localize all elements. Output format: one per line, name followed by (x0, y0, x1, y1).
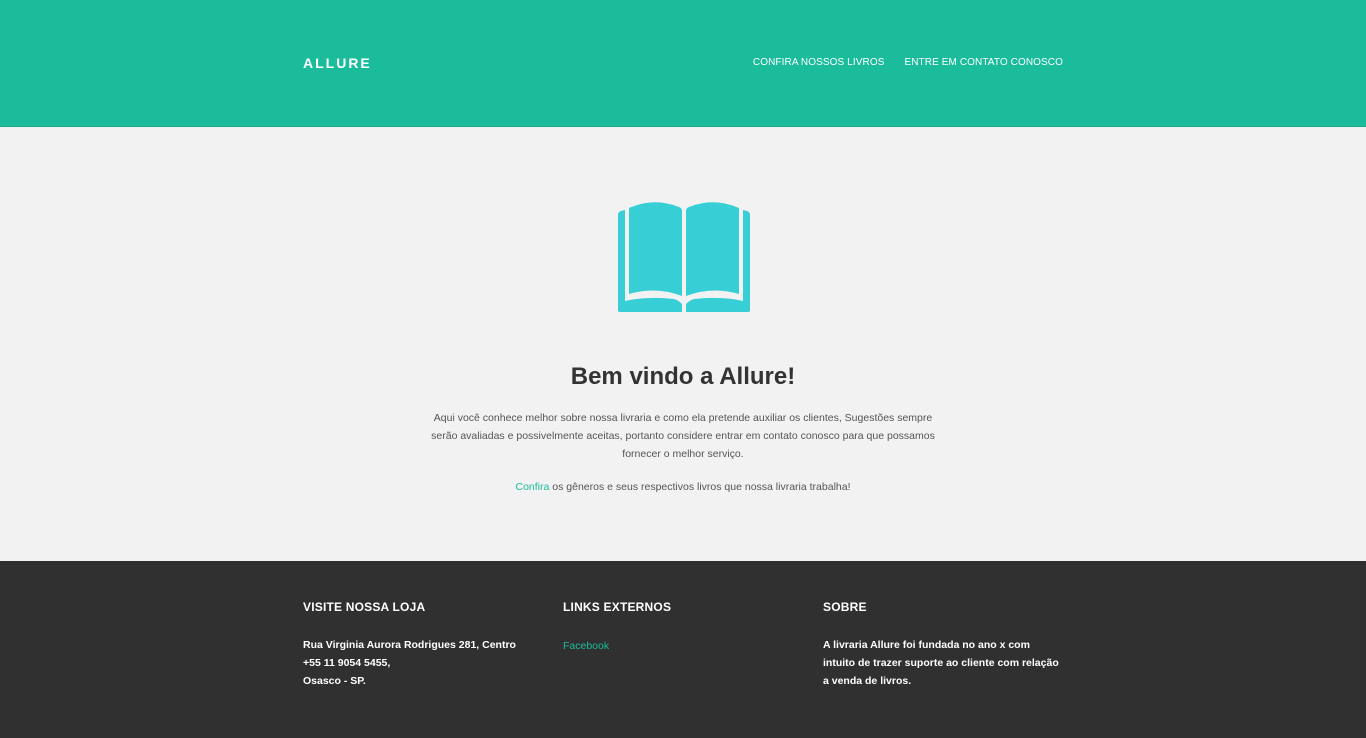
welcome-section: Bem vindo a Allure! Aqui você conhece me… (0, 127, 1366, 561)
brand-logo[interactable]: ALLURE (303, 55, 372, 71)
site-footer: VISITE NOSSA LOJA Rua Virginia Aurora Ro… (0, 561, 1366, 738)
footer-links: LINKS EXTERNOS Facebook (563, 600, 803, 654)
nav-books-link[interactable]: CONFIRA NOSSOS LIVROS (753, 57, 885, 68)
main-nav: CONFIRA NOSSOS LIVROS ENTRE EM CONTATO C… (753, 57, 1063, 68)
nav-contact-link[interactable]: ENTRE EM CONTATO CONOSCO (904, 57, 1063, 68)
about-text: A livraria Allure foi fundada no ano x c… (823, 639, 1059, 687)
cta-rest: os gêneros e seus respectivos livros que… (549, 481, 851, 493)
footer-about-heading: SOBRE (823, 600, 867, 614)
facebook-link[interactable]: Facebook (563, 640, 609, 652)
store-phone: +55 11 9054 5455, (303, 657, 391, 669)
intro-text: Aqui você conhece melhor sobre nossa liv… (431, 412, 935, 460)
page-title: Bem vindo a Allure! (570, 363, 796, 390)
footer-store: VISITE NOSSA LOJA Rua Virginia Aurora Ro… (303, 600, 543, 690)
open-book-icon (618, 202, 750, 312)
footer-store-heading: VISITE NOSSA LOJA (303, 600, 426, 614)
store-address: Rua Virginia Aurora Rodrigues 281, Centr… (303, 639, 516, 651)
site-header: ALLURE CONFIRA NOSSOS LIVROS ENTRE EM CO… (0, 0, 1366, 127)
store-city: Osasco - SP. (303, 675, 366, 687)
footer-links-heading: LINKS EXTERNOS (563, 600, 672, 614)
cta-text: Confira os gêneros e seus respectivos li… (0, 481, 1366, 493)
footer-about: SOBRE A livraria Allure foi fundada no a… (823, 600, 1063, 690)
cta-link[interactable]: Confira (515, 481, 549, 493)
